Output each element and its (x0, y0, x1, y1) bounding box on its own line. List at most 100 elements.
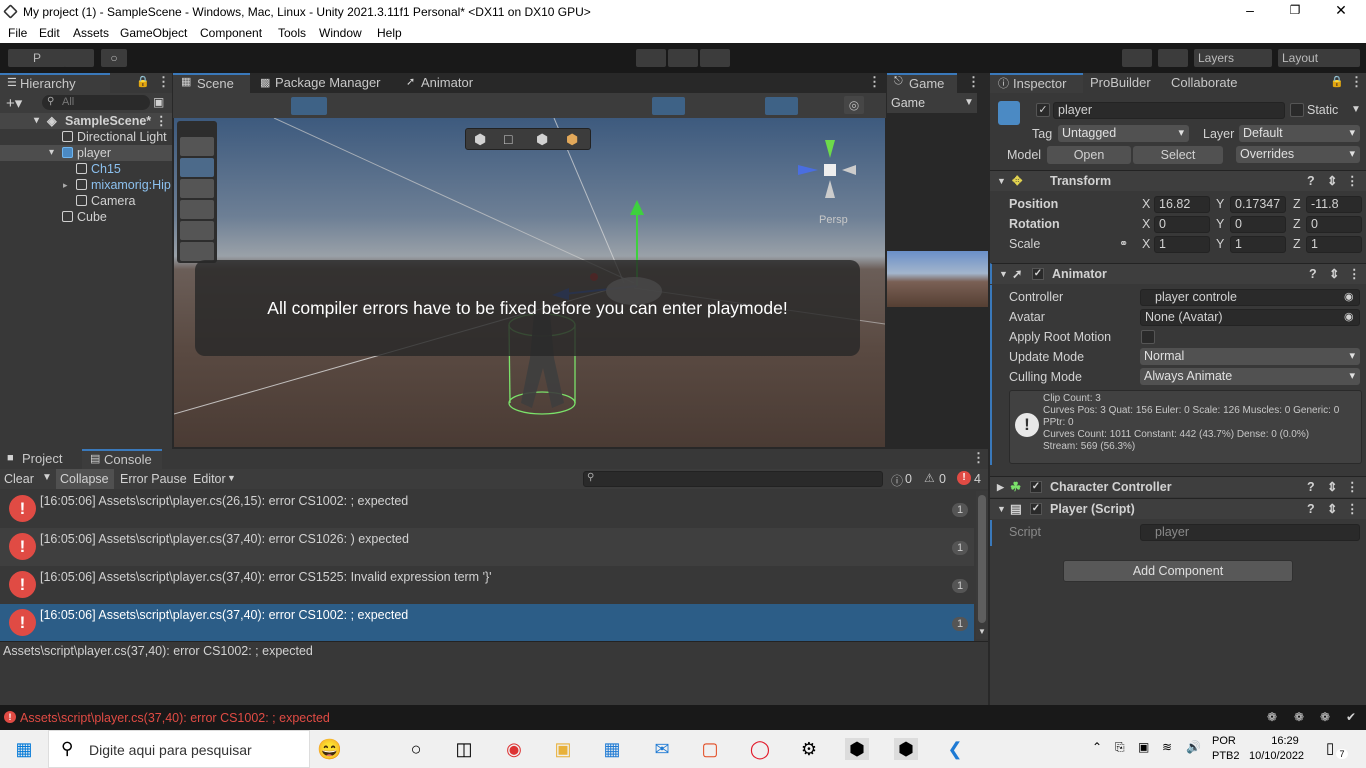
scale-tool-button[interactable] (180, 200, 214, 219)
layers-dropdown[interactable]: Layers (1194, 49, 1272, 67)
foldout-icon[interactable]: ▸ (63, 177, 68, 193)
console-search-input[interactable] (583, 471, 883, 487)
restore-icon[interactable]: ❐ (1285, 3, 1305, 17)
menu-assets[interactable]: Assets (73, 26, 109, 40)
rect-tool-icon[interactable]: □ (504, 131, 512, 147)
scrollbar-thumb[interactable] (978, 495, 986, 623)
select-button[interactable]: Select (1133, 146, 1223, 164)
rotation-y-field[interactable]: 0 (1230, 216, 1286, 233)
preset-icon[interactable]: ⇕ (1327, 171, 1337, 191)
hierarchy-item-player[interactable]: ▾ player (0, 145, 172, 161)
hierarchy-item-cube[interactable]: Cube (0, 209, 172, 225)
layer-dropdown[interactable]: Default (1239, 125, 1360, 142)
hierarchy-item-directional-light[interactable]: Directional Light (0, 129, 172, 145)
tag-dropdown[interactable]: Untagged (1058, 125, 1189, 142)
more-options-icon[interactable]: ⋮ (1350, 74, 1363, 90)
log-count[interactable]: 0 (905, 472, 912, 486)
component-menu-icon[interactable]: ⋮ (1346, 499, 1359, 519)
view-tool-button[interactable] (180, 137, 214, 156)
apply-root-motion-checkbox[interactable] (1141, 330, 1155, 344)
unity-hub-icon[interactable]: ⬢ (845, 738, 869, 760)
character-controller-header[interactable]: ▶ ☘ ✓ Character Controller ? ⇕ ⋮ (990, 476, 1366, 497)
vscode-icon[interactable]: ❮ (943, 738, 967, 760)
tab-collaborate[interactable]: Collaborate (1167, 73, 1257, 93)
network-icon[interactable]: ❁ (1294, 710, 1304, 724)
hierarchy-item-mixamorig[interactable]: ▸ mixamorig:Hip (0, 177, 172, 193)
settings-icon[interactable]: ⚙ (797, 738, 821, 760)
tab-package-manager[interactable]: Package Manager (258, 73, 388, 93)
lock-icon[interactable]: 🔒 (1330, 75, 1344, 88)
collapse-toggle[interactable]: Collapse (56, 469, 114, 489)
menu-component[interactable]: Component (200, 26, 262, 40)
avatar-field[interactable]: None (Avatar) (1140, 309, 1360, 326)
add-component-button[interactable]: Add Component (1063, 560, 1293, 582)
close-icon[interactable]: ✕ (1331, 2, 1351, 19)
active-checkbox[interactable]: ✓ (1036, 103, 1050, 117)
foldout-icon[interactable]: ▾ (49, 145, 54, 161)
menu-file[interactable]: File (8, 26, 27, 40)
scene-visibility-icon[interactable]: ▣ (153, 95, 164, 109)
preset-icon[interactable]: ⇕ (1327, 477, 1337, 497)
minimize-icon[interactable]: – (1240, 2, 1260, 18)
gizmos-toggle-button[interactable] (765, 97, 798, 115)
camera-button[interactable] (575, 97, 613, 115)
store-icon[interactable]: ▦ (600, 738, 624, 760)
component-menu-icon[interactable]: ⋮ (1348, 264, 1361, 284)
rotation-x-field[interactable]: 0 (1154, 216, 1210, 233)
clear-button[interactable]: Clear (4, 472, 34, 486)
help-icon[interactable]: ? (1307, 477, 1315, 497)
scene-camera-icon[interactable]: ◎ (844, 96, 864, 114)
pause-button[interactable] (668, 49, 698, 67)
scale-x-field[interactable]: 1 (1154, 236, 1210, 253)
opera-icon[interactable]: ◯ (748, 738, 772, 760)
orientation-button[interactable] (724, 97, 762, 115)
cache-icon[interactable]: ❁ (1320, 710, 1330, 724)
clock-date[interactable]: 10/10/2022 (1249, 750, 1304, 762)
editor-dropdown-icon[interactable]: ▼ (227, 473, 236, 483)
foldout-icon[interactable]: ▾ (34, 113, 39, 129)
object-name-field[interactable]: player (1053, 102, 1285, 119)
clear-dropdown-icon[interactable]: ▼ (42, 472, 52, 483)
notification-count[interactable]: 7 (1336, 749, 1348, 759)
foldout-icon[interactable]: ▼ (997, 171, 1006, 191)
help-icon[interactable]: ? (1307, 499, 1315, 519)
menu-window[interactable]: Window (319, 26, 362, 40)
open-button[interactable]: Open (1047, 146, 1131, 164)
rotate-tool-button[interactable] (180, 179, 214, 198)
language-indicator[interactable]: POR (1212, 735, 1236, 747)
volume-icon[interactable]: 🔊 (1186, 740, 1201, 754)
more-options-icon[interactable]: ⋮ (967, 74, 980, 90)
transform-tool-button[interactable] (180, 242, 214, 261)
cloud-button[interactable] (64, 49, 94, 67)
mail-icon[interactable]: ✉ (650, 738, 674, 760)
scroll-down-icon[interactable]: ▼ (978, 627, 986, 636)
help-icon[interactable]: ? (1309, 264, 1317, 284)
menu-help[interactable]: Help (377, 26, 402, 40)
console-row[interactable]: ! [16:05:06] Assets\script\player.cs(37,… (0, 566, 974, 604)
hierarchy-item-camera[interactable]: Camera (0, 193, 172, 209)
unity-editor-icon[interactable]: ⬢ (894, 738, 918, 760)
office-icon[interactable]: ▢ (698, 738, 722, 760)
2d-toggle-button[interactable] (232, 97, 270, 115)
component-menu-icon[interactable]: ⋮ (1346, 477, 1359, 497)
audio-toggle-button[interactable] (331, 97, 367, 115)
gizmos-menu-button[interactable] (801, 97, 839, 115)
console-scrollbar[interactable]: ▼ (976, 491, 988, 639)
preset-icon[interactable]: ⇕ (1329, 264, 1339, 284)
rect-transform-button[interactable] (180, 221, 214, 240)
rotation-z-field[interactable]: 0 (1306, 216, 1362, 233)
log-count-icon[interactable]: ⓘ (891, 472, 903, 489)
lock-icon[interactable]: 🔒 (136, 75, 150, 88)
more-options-icon[interactable]: ⋮ (972, 450, 985, 466)
add-icon[interactable]: +▾ (6, 94, 22, 112)
error-pause-toggle[interactable]: Error Pause (120, 472, 187, 486)
component-menu-icon[interactable]: ⋮ (1346, 171, 1359, 191)
snap-button[interactable] (652, 97, 685, 115)
position-y-field[interactable]: 0.17347 (1230, 196, 1286, 213)
preset-icon[interactable]: ⇕ (1327, 499, 1337, 519)
tray-screen-icon[interactable]: ▣ (1138, 740, 1149, 754)
draw-mode-button[interactable] (190, 97, 228, 115)
shape-tool-icon[interactable]: ⬢ (536, 131, 548, 148)
hierarchy-search-input[interactable]: All (42, 95, 150, 110)
warning-count[interactable]: 0 (939, 472, 946, 486)
